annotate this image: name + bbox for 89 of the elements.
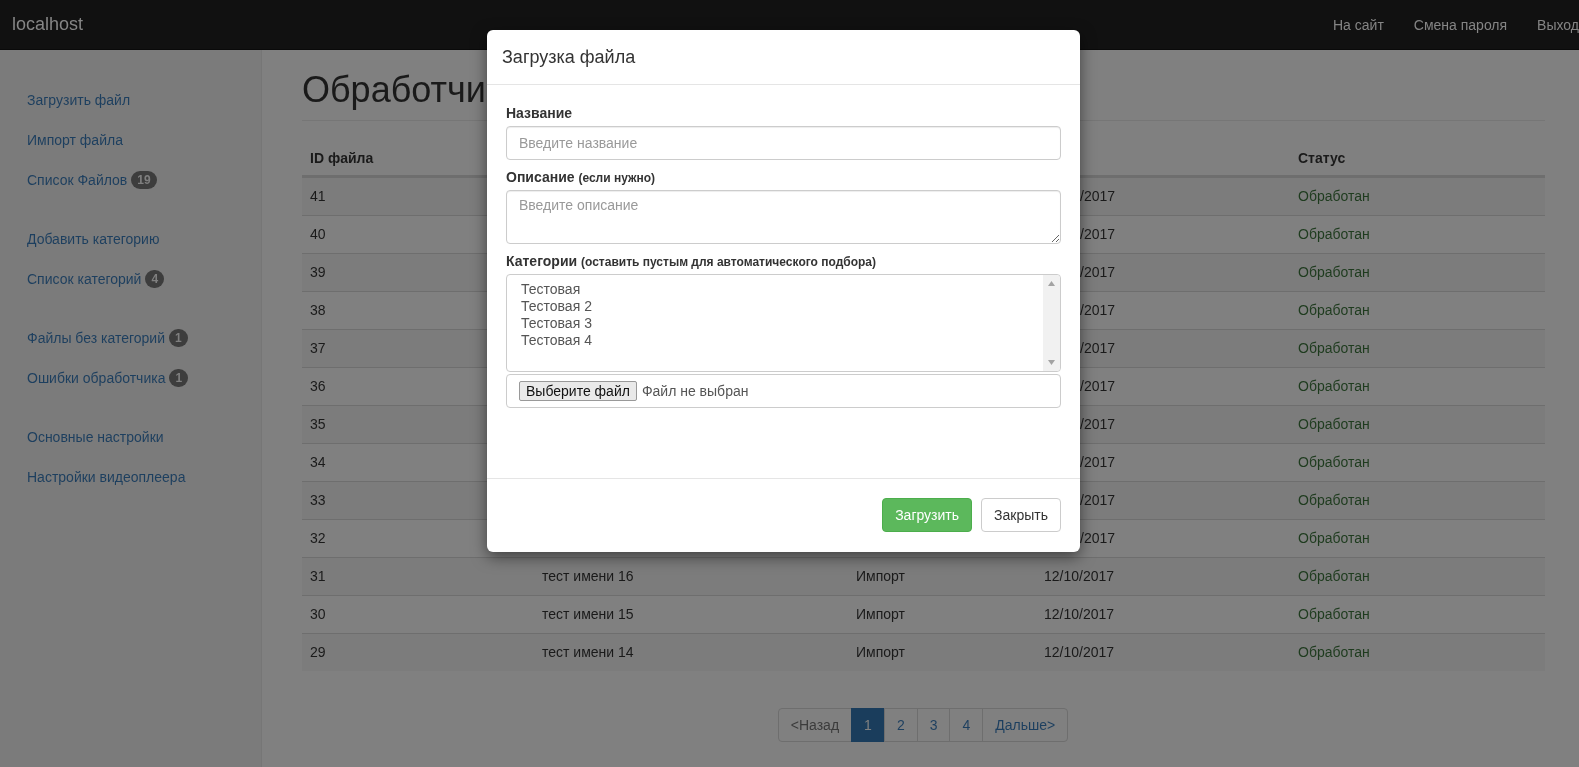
file-status: Файл не выбран xyxy=(641,383,749,399)
brand-link[interactable]: localhost xyxy=(12,14,84,35)
table-cell: 35 xyxy=(310,416,326,433)
table-cell: Импорт xyxy=(856,644,905,661)
table-cell: 33 xyxy=(310,492,326,509)
page-link[interactable]: 3 xyxy=(916,707,951,742)
table-cell: /2017 xyxy=(1080,226,1116,243)
status-text: Обработан xyxy=(1298,416,1370,433)
nav-link[interactable]: На сайт xyxy=(1333,16,1384,33)
category-option[interactable]: Тестовая 2 xyxy=(521,298,1029,315)
status-text: Обработан xyxy=(1298,302,1370,319)
status-text: Обработан xyxy=(1298,188,1370,205)
column-header: Статус xyxy=(1298,149,1346,166)
count-badge: 19 xyxy=(131,171,157,189)
status-text: Обработан xyxy=(1298,530,1370,547)
status-text: Обработан xyxy=(1298,226,1370,243)
count-badge: 1 xyxy=(169,329,188,347)
table-cell: 39 xyxy=(310,264,326,281)
table-cell: /2017 xyxy=(1080,302,1116,319)
status-text: Обработан xyxy=(1298,644,1370,661)
table-cell: 40 xyxy=(310,226,326,243)
page-link[interactable]: 1 xyxy=(851,707,885,742)
nav-link[interactable]: Смена пароля xyxy=(1413,16,1508,33)
table-cell: 30 xyxy=(310,606,326,623)
table-cell: 37 xyxy=(310,340,326,357)
table-cell: 12/10/2017 xyxy=(1044,568,1115,585)
scroll-up-icon[interactable] xyxy=(1048,281,1055,286)
sidebar-link[interactable]: Добавить категорию xyxy=(27,231,160,247)
status-text: Обработан xyxy=(1298,264,1370,281)
sidebar-link[interactable]: Файлы без категорий xyxy=(27,330,165,346)
field-label: Описание xyxy=(506,169,575,185)
table-cell: 31 xyxy=(310,568,326,585)
upload-button[interactable]: Загрузить xyxy=(882,498,973,532)
nav-link[interactable]: Выход xyxy=(1537,16,1579,33)
table-cell: /2017 xyxy=(1080,416,1116,433)
table-cell: тест имени 15 xyxy=(542,606,634,623)
table-cell: /2017 xyxy=(1080,264,1116,281)
name-field[interactable]: Введите название xyxy=(506,126,1061,160)
sidebar-link[interactable]: Импорт файла xyxy=(27,132,123,148)
table-cell: /2017 xyxy=(1080,340,1116,357)
table-cell: Импорт xyxy=(856,568,905,585)
page-link[interactable]: Дальше> xyxy=(982,707,1069,742)
category-option[interactable]: Тестовая 3 xyxy=(521,315,1029,332)
close-button[interactable]: Закрыть xyxy=(981,498,1061,532)
sidebar-link[interactable]: Загрузить файл xyxy=(27,92,131,108)
sidebar-link[interactable]: Настройки видеоплеера xyxy=(27,469,186,485)
table-cell: 34 xyxy=(310,454,326,471)
table-cell: Импорт xyxy=(856,606,905,623)
table-cell: /2017 xyxy=(1080,454,1116,471)
table-cell: 41 xyxy=(310,188,326,205)
description-field[interactable]: Введите описание xyxy=(506,190,1061,244)
status-text: Обработан xyxy=(1298,568,1370,585)
count-badge: 4 xyxy=(145,270,165,288)
status-text: Обработан xyxy=(1298,378,1370,395)
table-cell: /2017 xyxy=(1080,378,1116,395)
table-cell: /2017 xyxy=(1080,188,1116,205)
table-cell: /2017 xyxy=(1080,530,1116,547)
count-badge: 1 xyxy=(169,369,189,387)
table-cell: /2017 xyxy=(1080,492,1116,509)
table-cell: 38 xyxy=(310,302,326,319)
choose-file-button[interactable]: Выберите файл xyxy=(519,381,637,401)
dialog-title: Загрузка файла xyxy=(502,46,636,68)
status-text: Обработан xyxy=(1298,340,1370,357)
sidebar-link[interactable]: Список категорий xyxy=(27,271,142,287)
sidebar-link[interactable]: Ошибки обработчика xyxy=(27,370,166,386)
table-cell: 12/10/2017 xyxy=(1044,606,1115,623)
table-cell: тест имени 14 xyxy=(542,644,634,661)
status-text: Обработан xyxy=(1298,606,1370,623)
sidebar-link[interactable]: Основные настройки xyxy=(27,429,164,445)
scrollbar[interactable] xyxy=(1043,275,1060,371)
table-cell: 29 xyxy=(310,644,326,661)
field-hint: (оставить пустым для автоматического подбора) xyxy=(581,255,876,269)
sidebar-link[interactable]: Список Файлов xyxy=(27,172,128,188)
status-text: Обработан xyxy=(1298,454,1370,471)
scroll-down-icon[interactable] xyxy=(1048,360,1055,365)
table-cell: 32 xyxy=(310,530,326,547)
table-cell: 36 xyxy=(310,378,326,395)
field-hint: (если нужно) xyxy=(578,171,656,185)
category-option[interactable]: Тестовая 4 xyxy=(521,332,1029,349)
page-link[interactable]: 4 xyxy=(949,707,984,742)
status-text: Обработан xyxy=(1298,492,1370,509)
category-list[interactable]: Тестовая Тестовая 2 Тестовая 3 Тестовая 4 xyxy=(506,274,1061,372)
table-cell: тест имени 16 xyxy=(542,568,634,585)
field-label: Название xyxy=(506,105,573,121)
page-link[interactable]: 2 xyxy=(883,707,918,742)
category-option[interactable]: Тестовая xyxy=(521,281,1029,298)
table-cell: 12/10/2017 xyxy=(1044,644,1115,661)
field-label: Категории xyxy=(506,253,578,269)
column-header: ID файла xyxy=(310,149,374,166)
